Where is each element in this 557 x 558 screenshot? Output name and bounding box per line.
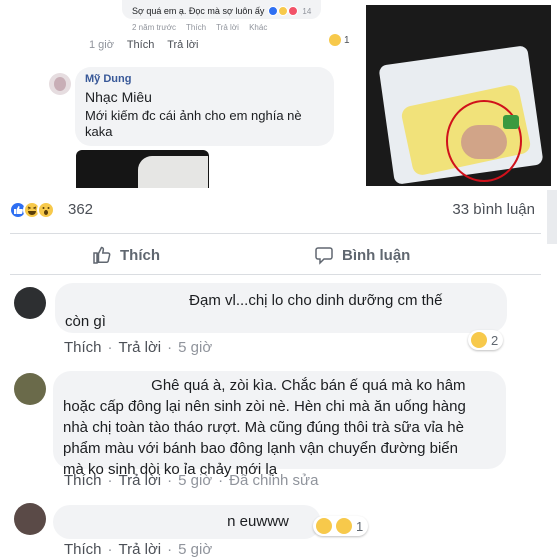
reply-author[interactable]: Mỹ Dung — [85, 73, 324, 85]
love-icon — [288, 6, 299, 16]
top-reply-reply-link[interactable]: Trả lời — [216, 23, 239, 32]
comment-bubble: Đạm vl...chị lo cho dinh dưỡng cm thế cò… — [55, 283, 507, 333]
comment-button[interactable]: Bình luận — [314, 240, 410, 270]
reply-bubble: Mỹ Dung Nhạc Miêu Mới kiếm đc cái ảnh ch… — [75, 67, 334, 146]
avatar[interactable] — [49, 73, 71, 95]
haha-icon — [278, 6, 289, 16]
post-stats: 362 33 bình luận — [0, 193, 557, 227]
post-photo[interactable] — [366, 5, 551, 186]
comment-age: 1 giờ — [89, 39, 114, 51]
reply-line1: Nhạc Miêu — [85, 89, 152, 105]
thumbs-up-icon — [93, 246, 111, 264]
comment-meta: Thích · Trả lời · 5 giờ — [64, 339, 212, 356]
comment-line1: Đạm vl...chị lo cho dinh dưỡng cm thế — [189, 292, 443, 309]
mini-reactions — [268, 6, 299, 16]
reaction-count: 1 — [356, 518, 364, 534]
sad-icon — [316, 518, 332, 534]
top-reply-meta: 2 năm trước Thích Trả lời Khác — [132, 23, 275, 32]
top-reply-reaction-count: 14 — [302, 6, 312, 16]
green-sticker — [503, 115, 519, 129]
comment-line1: Ghê quá à, zòi kìa. Chắc bán ế quá mà ko… — [151, 377, 466, 394]
like-link[interactable]: Thích — [127, 39, 155, 51]
reaction-badge[interactable]: 1 — [313, 516, 369, 536]
reply-link[interactable]: Trả lời — [119, 339, 162, 356]
divider — [10, 233, 541, 234]
like-link[interactable]: Thích — [64, 472, 102, 489]
top-reply-text: Sợ quá em ạ. Đọc mà sợ luôn ấy — [132, 6, 265, 16]
comment-bubble: n euwww — [53, 505, 321, 539]
comment-text: Ghê quá à, zòi kìa. Chắc bán ế quá mà ko… — [63, 375, 496, 396]
comment-line2: hoặc cấp đông lại nên sinh zòi nè. Hèn c… — [63, 398, 466, 415]
red-circle-annotation — [446, 100, 522, 182]
comment-text: n euwww — [63, 511, 311, 532]
separator: · — [167, 339, 173, 356]
comment-meta: Thích · Trả lời · 5 giờ · Đã chỉnh sửa — [64, 472, 318, 489]
scrollbar[interactable] — [547, 190, 557, 244]
top-reply-age: 2 năm trước — [132, 23, 176, 32]
separator: · — [107, 541, 113, 558]
separator: · — [107, 472, 113, 489]
comment-age[interactable]: 5 giờ — [178, 541, 212, 558]
reaction-count: 2 — [491, 332, 499, 348]
comment-age[interactable]: 5 giờ — [178, 472, 212, 489]
reaction-count: 1 — [344, 34, 350, 46]
reaction-count[interactable]: 362 — [68, 201, 93, 218]
comment-line1: n euwww — [227, 513, 289, 530]
comment-line2: còn gì — [65, 313, 106, 330]
comment-meta: Thích · Trả lời · 5 giờ — [64, 541, 212, 558]
like-label: Thích — [120, 246, 160, 264]
photo-panel — [362, 0, 557, 188]
haha-icon — [329, 34, 341, 46]
divider — [10, 274, 541, 275]
avatar[interactable] — [14, 373, 46, 405]
top-reply-bubble: Sợ quá em ạ. Đọc mà sợ luôn ấy 14 — [122, 0, 322, 19]
comment-icon — [315, 247, 333, 265]
comment-count-link[interactable]: 33 bình luận — [452, 201, 535, 218]
comment-age[interactable]: 5 giờ — [178, 339, 212, 356]
reply-link[interactable]: Trả lời — [119, 472, 162, 489]
comment-label: Bình luận — [342, 246, 411, 264]
reply-line2: Mới kiếm đc cái ảnh cho em nghía nè kaka — [85, 108, 302, 139]
reply-link[interactable]: Trả lời — [119, 541, 162, 558]
embedded-screenshot: Sợ quá em ạ. Đọc mà sợ luôn ấy 14 2 năm … — [0, 0, 557, 188]
reply-photo-thumbnail[interactable] — [76, 150, 209, 188]
screenshot-comments: Sợ quá em ạ. Đọc mà sợ luôn ấy 14 2 năm … — [0, 0, 362, 188]
separator: · — [218, 472, 224, 489]
comment-text: Đạm vl...chị lo cho dinh dưỡng cm thế — [65, 290, 497, 311]
wow-icon — [336, 518, 352, 534]
reply-link[interactable]: Trả lời — [167, 39, 198, 51]
top-reply-like-link[interactable]: Thích — [186, 23, 206, 32]
reaction-badge-top: 1 — [329, 34, 350, 46]
comment-meta-top: 1 giờ Thích Trả lời — [89, 39, 208, 51]
comment-bubble: Ghê quá à, zòi kìa. Chắc bán ế quá mà ko… — [53, 371, 506, 478]
edited-label[interactable]: Đã chỉnh sửa — [229, 472, 318, 489]
separator: · — [107, 339, 113, 356]
comment-line4: phẩm màu với bánh bao đông lạnh vận chuy… — [63, 440, 458, 457]
top-reply-more-link[interactable]: Khác — [249, 23, 267, 32]
reaction-badge[interactable]: 2 — [468, 330, 504, 350]
separator: · — [167, 472, 173, 489]
like-link[interactable]: Thích — [64, 541, 102, 558]
avatar[interactable] — [14, 503, 46, 535]
redacted-name — [63, 515, 223, 530]
like-button[interactable]: Thích — [92, 240, 160, 270]
like-link[interactable]: Thích — [64, 339, 102, 356]
like-icon — [268, 6, 279, 16]
wow-icon — [37, 201, 55, 219]
comment-line3: nhà chị toàn tào tháo rượt. Mà cũng đúng… — [63, 419, 464, 436]
separator: · — [167, 541, 173, 558]
avatar[interactable] — [14, 287, 46, 319]
redacted-name — [65, 294, 185, 309]
redacted-name — [63, 379, 147, 394]
reaction-summary[interactable] — [9, 201, 55, 219]
haha-icon — [471, 332, 487, 348]
